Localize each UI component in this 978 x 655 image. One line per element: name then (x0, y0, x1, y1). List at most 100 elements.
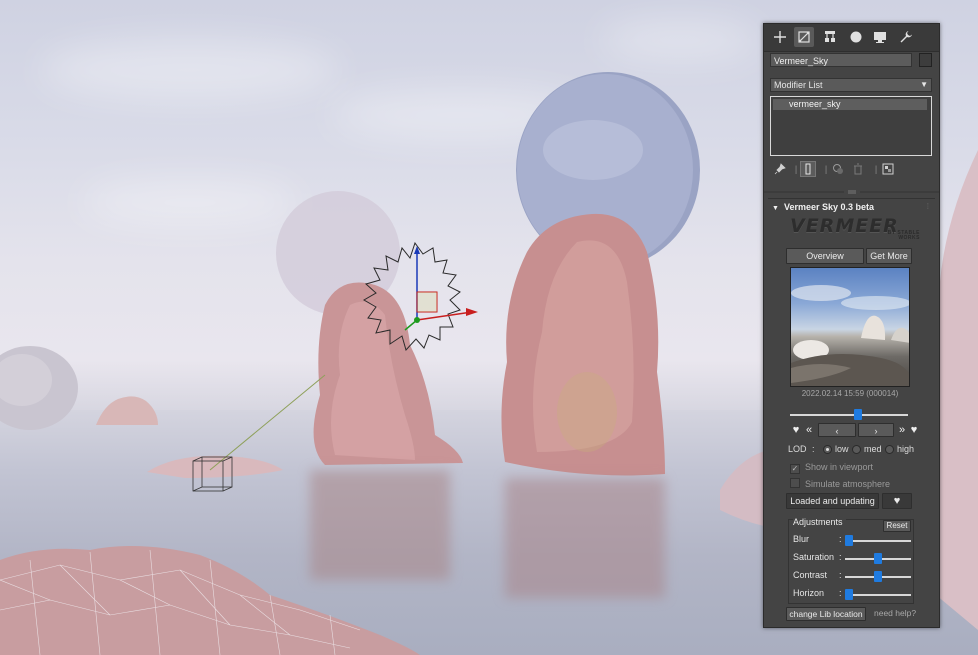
adjustments-title: Adjustments (793, 517, 846, 527)
status-button[interactable]: Loaded and updating (786, 493, 879, 509)
lod-radio-high[interactable] (885, 445, 894, 454)
chevron-right-icon: › (874, 426, 878, 436)
horizon-slider-thumb[interactable] (845, 589, 853, 600)
simulate-atmosphere-label: Simulate atmosphere (805, 479, 891, 489)
change-lib-location-button[interactable]: change Lib location (786, 607, 866, 621)
first-frame-icon[interactable]: « (802, 423, 816, 437)
blur-label: Blur (793, 534, 810, 544)
favorite-heart-icon[interactable]: ♥ (908, 423, 920, 437)
rollout-header[interactable]: ▼ Vermeer Sky 0.3 beta (772, 202, 874, 212)
modifier-list-label: Modifier List (774, 80, 823, 90)
horizon-row: Horizon: (793, 588, 913, 602)
lod-option-low[interactable]: low (835, 444, 849, 454)
stack-toolbar: | | | (770, 161, 932, 179)
transform-gizmo[interactable] (350, 240, 490, 385)
adjustments-group: Adjustments Reset Blur: Saturation: Cont… (788, 517, 914, 604)
get-more-button[interactable]: Get More (866, 248, 912, 264)
modifier-stack[interactable]: vermeer_sky (770, 96, 932, 156)
lod-radio-med[interactable] (852, 445, 861, 454)
display-icon (874, 32, 886, 43)
pin-icon (774, 163, 786, 175)
saturation-label: Saturation (793, 552, 835, 562)
saturation-slider-thumb[interactable] (874, 553, 882, 564)
navigation-row: ♥ « ‹ › » ♥ (790, 423, 917, 437)
show-end-result-icon (805, 163, 811, 175)
contrast-slider-thumb[interactable] (874, 571, 882, 582)
timeline-track (790, 414, 908, 416)
egg-rock-left[interactable] (0, 345, 80, 435)
stack-item-vermeer-sky[interactable]: vermeer_sky (773, 99, 927, 110)
blur-slider-thumb[interactable] (845, 535, 853, 546)
tab-motion[interactable] (846, 27, 866, 47)
show-in-viewport-label: Show in viewport (805, 462, 874, 472)
lod-option-high[interactable]: high (897, 444, 914, 454)
tab-utilities[interactable] (896, 27, 916, 47)
reset-button[interactable]: Reset (883, 520, 911, 532)
pin-stack-button[interactable] (772, 161, 788, 177)
favorite-heart-button[interactable]: ♥ (882, 493, 912, 509)
create-plus-icon (774, 31, 786, 43)
rollout-title: Vermeer Sky 0.3 beta (783, 202, 874, 212)
simulate-atmosphere-checkbox[interactable] (790, 478, 800, 488)
cloud (600, 20, 760, 60)
tab-modify[interactable] (794, 27, 814, 47)
make-unique-button[interactable] (830, 161, 846, 177)
configure-sets-button[interactable] (880, 161, 896, 177)
vermeer-sky-rollout: ▼ Vermeer Sky 0.3 beta ⁞ VERMEER BY STABL… (768, 198, 935, 623)
modify-icon (798, 31, 810, 43)
sky-preview-image[interactable] (790, 267, 910, 387)
logo-byline: BY STABLE WORKS (887, 230, 920, 241)
right-rock-reflection (505, 478, 665, 598)
make-unique-icon (833, 164, 843, 174)
horizon-track[interactable] (845, 594, 911, 596)
previous-button[interactable]: ‹ (818, 423, 856, 437)
tab-create[interactable] (770, 27, 790, 47)
last-frame-icon[interactable]: » (896, 423, 908, 437)
blur-row: Blur: (793, 534, 913, 548)
timeline-thumb[interactable] (853, 409, 862, 420)
configure-sets-icon (882, 163, 894, 175)
blur-track[interactable] (845, 540, 911, 542)
rollout-grip-icon: ⁞ (926, 202, 929, 211)
lod-option-med[interactable]: med (864, 444, 882, 454)
small-rock[interactable] (94, 393, 160, 429)
tab-hierarchy[interactable] (820, 27, 840, 47)
next-button[interactable]: › (858, 423, 894, 437)
collapse-triangle-icon: ▼ (772, 205, 779, 212)
foreground-rock[interactable] (0, 540, 420, 655)
contrast-label: Contrast (793, 570, 828, 580)
contrast-row: Contrast: (793, 570, 913, 584)
show-in-viewport-row[interactable]: ✓ Show in viewport (790, 462, 873, 474)
command-panel: Vermeer_Sky Modifier List ▼ vermeer_sky … (763, 23, 940, 628)
lod-radio-low[interactable] (823, 445, 832, 454)
overview-button[interactable]: Overview (786, 248, 864, 264)
right-rock[interactable] (497, 212, 669, 480)
utilities-wrench-icon (900, 31, 912, 43)
lod-colon: : (812, 444, 815, 454)
horizon-label: Horizon (793, 588, 825, 598)
target-box[interactable] (192, 456, 236, 496)
object-name-field[interactable]: Vermeer_Sky (770, 53, 912, 67)
favorite-heart-icon[interactable]: ♥ (790, 423, 802, 437)
remove-modifier-button[interactable] (850, 161, 866, 177)
vermeer-logo: VERMEER BY STABLE WORKS (790, 215, 920, 241)
logo-wordmark: VERMEER (790, 215, 899, 237)
timeline-slider[interactable] (790, 409, 908, 420)
command-panel-tabs (764, 24, 939, 52)
need-help-link[interactable]: need help? (874, 608, 916, 618)
tab-display[interactable] (870, 27, 890, 47)
modifier-list-dropdown[interactable]: Modifier List ▼ (770, 78, 932, 92)
show-in-viewport-checkbox[interactable]: ✓ (790, 464, 800, 474)
preview-timestamp: 2022.02.14 15:59 (000014) (801, 389, 899, 398)
lod-selector: LOD : low med high (788, 443, 938, 457)
object-color-swatch[interactable] (919, 53, 932, 67)
panel-divider[interactable] (764, 190, 939, 194)
heart-icon: ♥ (893, 495, 901, 507)
hierarchy-icon (825, 31, 835, 42)
trash-icon (854, 163, 862, 175)
lod-label: LOD (788, 444, 807, 454)
show-end-result-button[interactable] (800, 161, 816, 177)
simulate-atmosphere-row[interactable]: Simulate atmosphere (790, 478, 890, 489)
cloud (80, 180, 300, 225)
motion-icon (850, 31, 862, 43)
